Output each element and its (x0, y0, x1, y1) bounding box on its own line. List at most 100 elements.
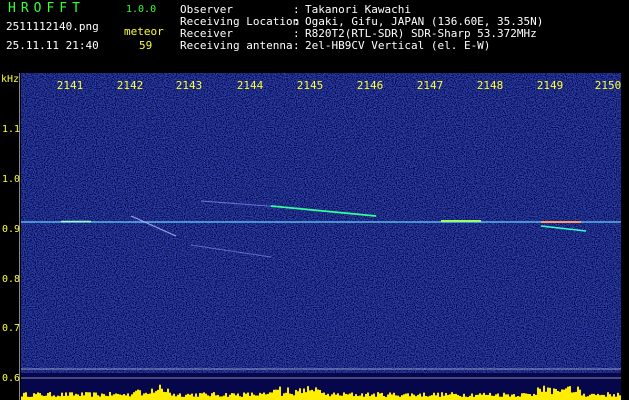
strip-bar (53, 395, 55, 400)
strip-bar (97, 395, 99, 400)
strip-bar (509, 396, 511, 400)
strip-bar (205, 393, 207, 400)
header-panel: HROFFT 1.0.0 2511112140.png 25.11.11 21:… (0, 0, 629, 73)
strip-bar (301, 393, 303, 400)
strip-bar (541, 391, 543, 400)
strip-bar (397, 395, 399, 400)
strip-bar (415, 396, 417, 400)
strip-bar (483, 392, 485, 400)
strip-bar (33, 393, 35, 400)
strip-bar (239, 396, 241, 400)
strip-bar (201, 393, 203, 400)
strip-bar (335, 394, 337, 400)
y-tick-0.9: 0.9 (2, 224, 21, 235)
strip-bar (311, 389, 313, 400)
strip-bar (171, 395, 173, 400)
strip-bar (175, 396, 177, 400)
strip-bar (443, 395, 445, 400)
strip-bar (527, 393, 529, 400)
strip-bar (235, 395, 237, 400)
x-tick-2144: 2144 (236, 79, 264, 92)
strip-bar (95, 392, 97, 400)
strip-bar (573, 392, 575, 400)
strip-bar (317, 389, 319, 400)
strip-bar (525, 393, 527, 400)
strip-bar (233, 393, 235, 400)
strip-bar (147, 393, 149, 400)
strip-bar (413, 394, 415, 400)
strip-bar (367, 392, 369, 400)
strip-bar (135, 390, 137, 400)
strip-bar (265, 394, 267, 400)
strip-bar (345, 393, 347, 400)
strip-bar (237, 393, 239, 400)
strip-bar (389, 392, 391, 400)
strip-bar (359, 395, 361, 400)
x-tick-2142: 2142 (116, 79, 144, 92)
strip-bar (567, 386, 569, 400)
strip-bar (83, 395, 85, 400)
strip-bar (455, 393, 457, 400)
strip-bar (151, 388, 153, 400)
strip-bar (273, 389, 275, 400)
strip-bar (503, 392, 505, 400)
strip-bar (391, 394, 393, 400)
strip-bar (37, 392, 39, 400)
strip-bar (305, 392, 307, 400)
strip-bar (603, 394, 605, 400)
strip-bar (115, 393, 117, 400)
strip-bar (105, 395, 107, 400)
date-time: 25.11.11 21:40 (6, 39, 99, 52)
app-title: HROFFT (8, 1, 85, 16)
strip-bar (169, 392, 171, 400)
strip-bar (225, 393, 227, 400)
strip-bar (331, 394, 333, 400)
strip-bar (109, 392, 111, 400)
strip-bar (521, 393, 523, 400)
strip-bar (47, 393, 49, 400)
strip-bar (113, 394, 115, 400)
strip-bar (129, 396, 131, 400)
strip-bar (347, 394, 349, 400)
strip-bar (571, 392, 573, 400)
strip-bar (223, 395, 225, 400)
strip-bar (165, 392, 167, 400)
strip-bar (333, 392, 335, 400)
strip-bar (153, 392, 155, 400)
strip-bar (591, 393, 593, 400)
strip-bar (49, 392, 51, 400)
strip-bar (371, 394, 373, 400)
strip-bar (453, 393, 455, 400)
strip-bar (133, 392, 135, 400)
strip-bar (23, 392, 25, 400)
strip-bar (319, 389, 321, 400)
strip-bar (299, 388, 301, 400)
strip-bar (565, 388, 567, 400)
strip-bar (275, 389, 277, 400)
strip-bar (561, 389, 563, 400)
strip-bar (107, 396, 109, 400)
strip-bar (173, 393, 175, 400)
strip-bar (141, 395, 143, 400)
x-tick-2148: 2148 (476, 79, 504, 92)
strip-bar (551, 394, 553, 400)
strip-bar (619, 395, 621, 400)
strip-bar (307, 386, 309, 400)
strip-bar (125, 395, 127, 400)
x-tick-2149: 2149 (536, 79, 564, 92)
strip-bar (89, 392, 91, 400)
y-tick-0.7: 0.7 (2, 323, 21, 334)
strip-bar (253, 394, 255, 400)
strip-bar (523, 393, 525, 400)
strip-bar (267, 393, 269, 400)
strip-bar (61, 392, 63, 400)
strip-bar (583, 393, 585, 400)
strip-bar (477, 394, 479, 400)
strip-bar (435, 395, 437, 400)
strip-bar (207, 395, 209, 400)
strip-bar (303, 388, 305, 400)
strip-bar (259, 392, 261, 400)
strip-bar (213, 392, 215, 400)
strip-bar (269, 392, 271, 400)
strip-bar (341, 395, 343, 400)
